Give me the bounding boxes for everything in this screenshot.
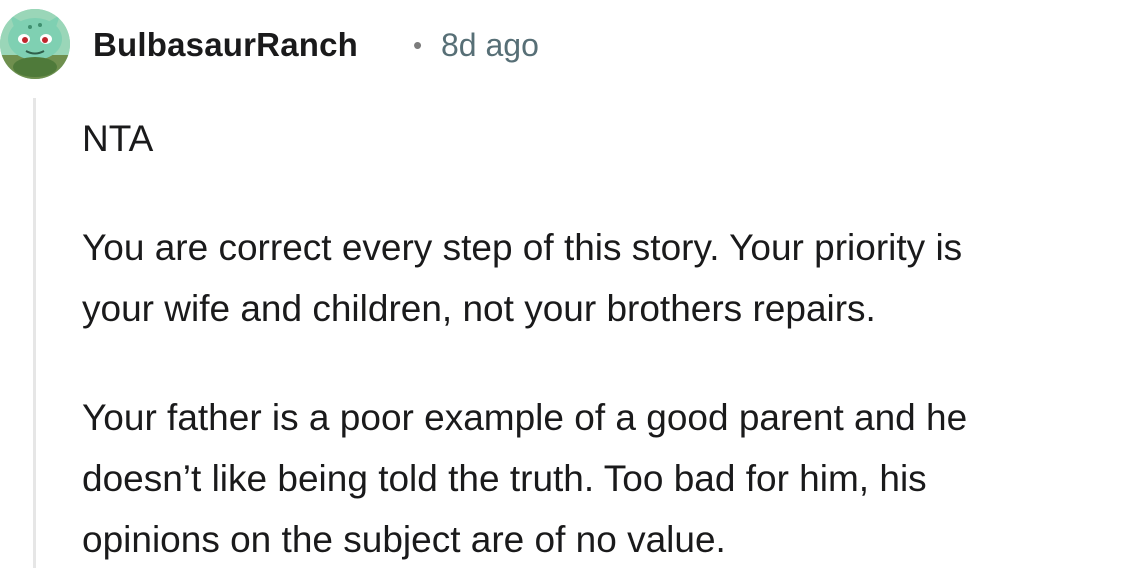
bulbasaur-avatar-icon (0, 9, 70, 79)
avatar[interactable] (0, 9, 70, 79)
comment-body: NTA You are correct every step of this s… (82, 108, 1134, 570)
comment-paragraph: You are correct every step of this story… (82, 227, 963, 329)
comment-paragraph: NTA (82, 118, 154, 159)
comment: BulbasaurRanch • 8d ago NTA You are corr… (0, 0, 1134, 568)
username[interactable]: BulbasaurRanch (93, 25, 358, 65)
timestamp[interactable]: 8d ago (441, 25, 539, 65)
meta-separator: • (413, 30, 423, 60)
comment-paragraph: Your father is a poor example of a good … (82, 397, 968, 560)
thread-line[interactable] (33, 98, 36, 568)
